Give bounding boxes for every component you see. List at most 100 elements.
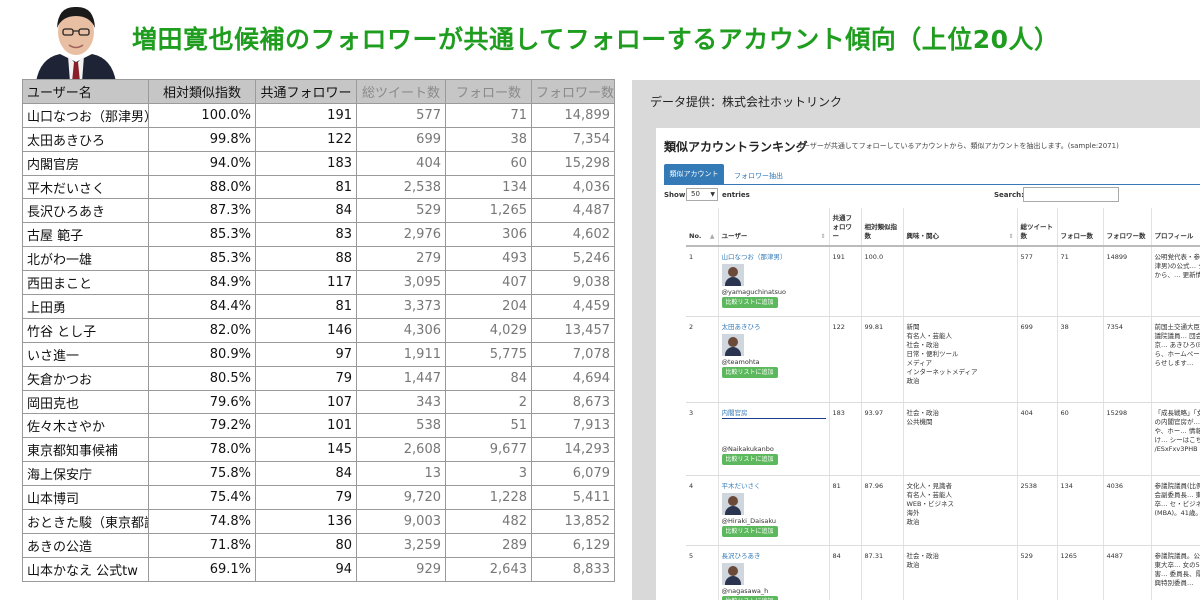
ranking-cell-interests: 新聞 有名人・芸能人 社会・政治 日常・便利ツール メディア インターネットメディア 政治 — [903, 316, 1018, 403]
cell-username: 竹谷 とし子 — [22, 317, 149, 343]
ranking-header-profile[interactable]: プロフィール — [1151, 208, 1200, 247]
cell-similarity: 79.6% — [148, 389, 256, 415]
cell-following: 289 — [445, 532, 532, 558]
cell-total-tweets: 929 — [356, 556, 446, 582]
ranking-cell-follow: 38 — [1057, 316, 1104, 403]
cell-username: 東京都知事候補 — [22, 437, 149, 463]
ranking-cell-common: 191 — [829, 246, 862, 317]
ranking-cell-similarity: 87.96 — [861, 475, 904, 546]
ranking-cell-tweets: 699 — [1017, 316, 1058, 403]
interest-tag: 文化人・見識者 — [906, 481, 953, 490]
table-row: 平木だいさく 88.0% 81 2,538 134 4,036 — [22, 174, 615, 200]
ranking-header-similarity[interactable]: 相対類似指数 — [861, 208, 904, 247]
cell-followers: 7,078 — [531, 341, 615, 367]
ranking-user-handle: @yamaguchinatsuo — [721, 288, 787, 296]
cell-common-followers: 117 — [255, 270, 357, 296]
ranking-cell-followers: 7354 — [1103, 316, 1152, 403]
ranking-cell-follow: 1265 — [1057, 545, 1104, 600]
ranking-cell-interests — [903, 246, 1018, 317]
search-input[interactable] — [1023, 187, 1119, 202]
cell-total-tweets: 577 — [356, 102, 446, 128]
ranking-user-link[interactable]: 太田あきひろ — [722, 323, 826, 332]
add-to-compare-button[interactable]: 比較リストに追加 — [721, 366, 778, 378]
cell-followers: 6,079 — [531, 461, 615, 487]
ranking-header-follow[interactable]: フォロー数 — [1057, 208, 1104, 247]
ranking-user-link[interactable]: 内閣官房 — [721, 409, 826, 419]
cell-following: 1,265 — [445, 198, 532, 224]
interest-tag: 公共機関 — [906, 417, 933, 426]
cell-total-tweets: 9,720 — [356, 485, 446, 511]
ranking-cell-followers: 15298 — [1103, 402, 1152, 476]
add-to-compare-button[interactable]: 比較リストに追加 — [721, 453, 778, 465]
cell-following: 9,677 — [445, 437, 532, 463]
cell-similarity: 75.8% — [148, 461, 256, 487]
table-row: 古屋 範子 85.3% 83 2,976 306 4,602 — [22, 222, 615, 248]
interest-tag: 政治 — [906, 517, 920, 526]
cell-total-tweets: 699 — [356, 126, 446, 152]
ranking-header-interests[interactable]: 興味・関心 ⇕ — [903, 208, 1018, 247]
ranking-header-common[interactable]: 共通フォロワー — [829, 208, 862, 247]
ranking-header-profile-label: プロフィール — [1154, 232, 1194, 240]
cell-similarity: 79.2% — [148, 413, 256, 439]
ranking-header-tweets-label: 総ツイート数 — [1020, 223, 1054, 240]
add-to-compare-button[interactable]: 比較リストに追加 — [721, 525, 778, 537]
cell-common-followers: 183 — [255, 150, 357, 176]
column-header-similarity: 相対類似指数 — [148, 79, 256, 104]
ranking-table: No. ▲ ユーザー ⇕ 共通フォロワー 相対類似指数 興味・関心 ⇕ 総ツイート数 … — [686, 208, 1200, 600]
cell-similarity: 84.9% — [148, 270, 256, 296]
ranking-header-no[interactable]: No. ▲ — [686, 208, 719, 247]
cell-similarity: 80.5% — [148, 365, 256, 391]
cell-following: 2,643 — [445, 556, 532, 582]
cell-common-followers: 84 — [255, 198, 357, 224]
tab-follower-extract[interactable]: フォロワー抽出 — [734, 171, 783, 181]
cell-common-followers: 80 — [255, 532, 357, 558]
ranking-user-link[interactable]: 山口なつお（那津男） — [722, 253, 826, 262]
cell-followers: 4,459 — [531, 294, 615, 319]
tab-similar-accounts[interactable]: 類似アカウント — [664, 164, 724, 184]
cell-total-tweets: 404 — [356, 150, 446, 176]
cell-common-followers: 81 — [255, 294, 357, 319]
cell-followers: 14,899 — [531, 102, 615, 128]
cell-followers: 6,129 — [531, 532, 615, 558]
interest-tag: 新聞 — [906, 322, 920, 331]
cell-following: 60 — [445, 150, 532, 176]
ranking-header-user[interactable]: ユーザー ⇕ — [718, 208, 830, 247]
entries-select[interactable]: 50 ▼ — [686, 188, 718, 201]
avatar — [721, 420, 744, 443]
cell-followers: 4,036 — [531, 174, 615, 200]
add-to-compare-button[interactable]: 比較リストに追加 — [721, 595, 778, 600]
ranking-cell-common: 81 — [829, 475, 862, 546]
ranking-header-tweets[interactable]: 総ツイート数 — [1017, 208, 1058, 247]
page-title: 増田寛也候補のフォロワーが共通してフォローするアカウント傾向（上位20人） — [132, 25, 1060, 54]
cell-common-followers: 88 — [255, 246, 357, 272]
ranking-cell-tweets: 577 — [1017, 246, 1058, 317]
ranking-header-common-label: 共通フォロワー — [832, 214, 853, 240]
cell-similarity: 87.3% — [148, 198, 256, 224]
table-row: 竹谷 とし子 82.0% 146 4,306 4,029 13,457 — [22, 317, 615, 343]
table-row: 佐々木さやか 79.2% 101 538 51 7,913 — [22, 413, 615, 439]
avatar — [721, 562, 744, 585]
ranking-cell-user: 山口なつお（那津男） @yamaguchinatsuo 比較リストに追加 — [718, 246, 830, 317]
ranking-header-followers[interactable]: フォロワー数 — [1103, 208, 1152, 247]
cell-following: 204 — [445, 294, 532, 319]
table-row: 内閣官房 94.0% 183 404 60 15,298 — [22, 150, 615, 176]
cell-similarity: 99.8% — [148, 126, 256, 152]
ranking-user-link[interactable]: 平木だいさく — [722, 482, 826, 491]
cell-followers: 7,354 — [531, 126, 615, 152]
ranking-description: ユーザーが共通してフォローしているアカウントから、類似アカウントを抽出します。(… — [796, 142, 1119, 150]
add-to-compare-button[interactable]: 比較リストに追加 — [721, 297, 778, 308]
ranking-cell-interests: 文化人・見識者 有名人・芸能人 WEB・ビジネス 海外 政治 — [903, 475, 1018, 546]
cell-username: 平木だいさく — [22, 174, 149, 200]
sort-asc-icon: ▲ — [709, 233, 715, 240]
cell-following: 4,029 — [445, 317, 532, 343]
ranking-cell-profile: 「成長戦略」「女性活… などの内閣官房が… いての情報や、ホー… 情報を中心に届… — [1151, 402, 1200, 476]
cell-username: 佐々木さやか — [22, 413, 149, 439]
cell-following: 493 — [445, 246, 532, 272]
ranking-user-link[interactable]: 長沢ひろあき — [722, 552, 826, 561]
similar-accounts-table: ユーザー名 相対類似指数 共通フォロワー 総ツイート数 フォロー数 フォロワー数… — [22, 79, 615, 582]
ranking-cell-no: 4 — [686, 475, 719, 546]
cell-total-tweets: 4,306 — [356, 317, 446, 343]
ranking-user-handle: @nagasawa_h — [721, 586, 769, 595]
avatar — [721, 492, 744, 515]
cell-common-followers: 97 — [255, 341, 357, 367]
